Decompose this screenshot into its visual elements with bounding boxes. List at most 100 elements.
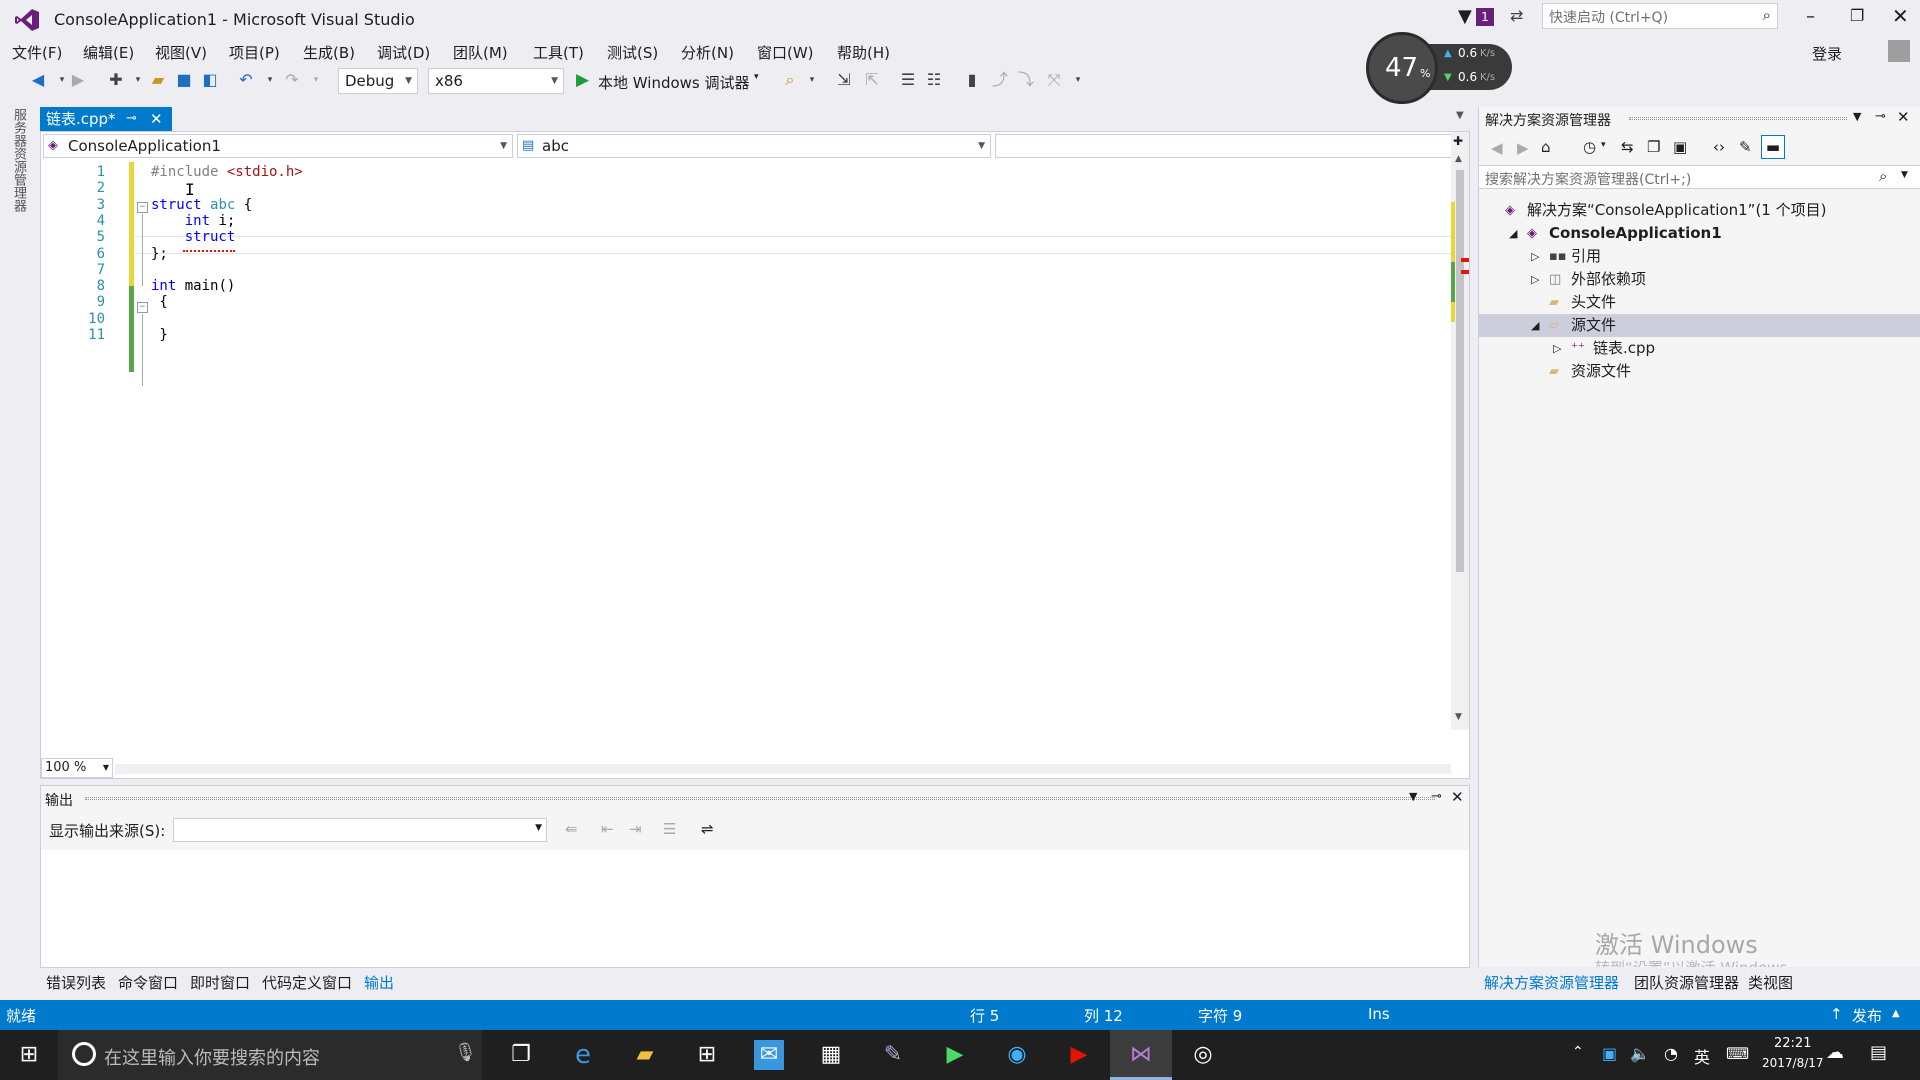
tree-item[interactable]: ◢ ▱ 源文件 xyxy=(1479,314,1920,337)
forward-icon[interactable]: ▶ xyxy=(1517,139,1529,157)
output-text-area[interactable] xyxy=(41,850,1469,967)
wrench-icon[interactable]: ✎ xyxy=(1739,138,1752,156)
tree-item[interactable]: ◈ 解决方案“ConsoleApplication1”(1 个项目) xyxy=(1479,199,1920,222)
horizontal-scrollbar[interactable] xyxy=(115,764,1451,774)
prev-message-icon[interactable]: ⇤ xyxy=(601,820,614,838)
show-all-files-icon[interactable]: ▣ xyxy=(1673,138,1687,156)
error-marker[interactable] xyxy=(1461,258,1469,262)
tab-team-explorer[interactable]: 团队资源管理器 xyxy=(1634,972,1739,993)
prev-bookmark-icon[interactable]: ⤴ xyxy=(990,70,1010,90)
visual-studio-taskbar-button[interactable]: ⋈ xyxy=(1110,1030,1172,1080)
tree-item[interactable]: ▷ ⁺⁺ 链表.cpp xyxy=(1479,337,1920,360)
tree-item[interactable]: ▰ 资源文件 xyxy=(1479,360,1920,383)
close-tab-icon[interactable]: ✕ xyxy=(150,107,163,131)
publish-chevron-icon[interactable]: ▲ xyxy=(1892,1008,1900,1019)
tab-command[interactable]: 命令窗口 xyxy=(118,972,178,993)
next-bookmark-icon[interactable]: ⤵ xyxy=(1016,70,1036,90)
close-window-icon[interactable]: ✕ xyxy=(1892,4,1909,28)
weather-icon[interactable]: ☁ xyxy=(1826,1042,1844,1063)
menu-file[interactable]: 文件(F) xyxy=(12,42,62,63)
go-to-message-icon[interactable]: ⇚ xyxy=(565,820,578,838)
search-icon[interactable]: ⌕ xyxy=(1763,6,1771,24)
scroll-down-icon[interactable]: ▼ xyxy=(1455,712,1462,722)
obs-icon[interactable]: ◎ xyxy=(1188,1040,1218,1070)
menu-team[interactable]: 团队(M) xyxy=(453,42,508,63)
collapse-icon[interactable]: − xyxy=(137,202,148,213)
collapse-icon[interactable]: − xyxy=(137,302,148,313)
clear-all-icon[interactable]: ☰ xyxy=(663,820,676,838)
code-line[interactable]: int main() xyxy=(151,278,235,294)
tray-expand-icon[interactable]: ⌃ xyxy=(1572,1044,1584,1060)
menu-edit[interactable]: 编辑(E) xyxy=(83,42,134,63)
menu-debug[interactable]: 调试(D) xyxy=(377,42,430,63)
outdent-icon[interactable]: ☷ xyxy=(924,70,944,90)
menu-analyze[interactable]: 分析(N) xyxy=(681,42,734,63)
tree-item[interactable]: ◢ ◈ ConsoleApplication1 xyxy=(1479,222,1920,245)
redo-icon[interactable]: ↷ xyxy=(282,70,302,90)
tab-immediate[interactable]: 即时窗口 xyxy=(190,972,250,993)
clear-bookmarks-icon[interactable]: ⤧ xyxy=(1044,70,1064,90)
paint-icon[interactable]: ✎ xyxy=(878,1040,908,1070)
window-position-icon[interactable]: ▼ xyxy=(1409,790,1417,803)
save-icon[interactable]: ■ xyxy=(174,70,194,90)
project-combo[interactable]: ◈ ConsoleApplication1 ▼ xyxy=(43,134,513,158)
redo-dropdown-icon[interactable]: ▾ xyxy=(306,70,326,90)
calculator-icon[interactable]: ▦ xyxy=(816,1040,846,1070)
scope-combo[interactable]: ▤ abc ▼ xyxy=(517,134,991,158)
solution-search-box[interactable]: 搜索解决方案资源管理器(Ctrl+;) ⌕ ▼ xyxy=(1479,165,1920,189)
notification-badge[interactable]: 1 xyxy=(1476,8,1494,26)
video-app-icon[interactable]: ▶ xyxy=(1064,1040,1094,1070)
undo-icon[interactable]: ↶ xyxy=(236,70,256,90)
feedback-icon[interactable]: ⇄ xyxy=(1510,6,1523,25)
expand-arrow-icon[interactable]: ▷ xyxy=(1531,245,1539,268)
member-combo[interactable]: ▼ xyxy=(995,134,1469,158)
collapse-all-icon[interactable]: ❐ xyxy=(1647,138,1660,156)
menu-tools[interactable]: 工具(T) xyxy=(533,42,584,63)
code-line[interactable]: { xyxy=(151,294,167,310)
code-line[interactable]: } xyxy=(151,327,167,343)
tray-app-icon[interactable]: ▣ xyxy=(1602,1044,1617,1063)
chevron-down-icon[interactable]: ▼ xyxy=(1901,170,1908,180)
history-icon[interactable]: ◷ xyxy=(1583,138,1596,156)
close-panel-icon[interactable]: ✕ xyxy=(1451,788,1464,806)
restore-icon[interactable]: ❐ xyxy=(1850,6,1864,25)
taskbar-search[interactable]: 在这里输入你要搜索的内容 🎙 xyxy=(58,1030,482,1080)
tab-output[interactable]: 输出 xyxy=(364,972,394,993)
ime-indicator[interactable]: 英 xyxy=(1694,1044,1710,1068)
minimize-icon[interactable]: – xyxy=(1806,6,1815,27)
edge-icon[interactable]: e xyxy=(568,1040,598,1070)
task-view-icon[interactable]: ❐ xyxy=(506,1040,536,1070)
code-line[interactable]: int i; xyxy=(151,213,236,229)
word-wrap-icon[interactable]: ⇌ xyxy=(701,820,714,838)
tree-item[interactable]: ▷ ▪▪ 引用 xyxy=(1479,245,1920,268)
undo-dropdown-icon[interactable]: ▾ xyxy=(260,70,280,90)
toolbar-overflow-icon[interactable]: ▾ xyxy=(1068,70,1088,90)
close-panel-icon[interactable]: ✕ xyxy=(1897,108,1910,126)
microphone-icon[interactable]: 🎙 xyxy=(454,1042,477,1063)
preview-icon[interactable]: ▬ xyxy=(1761,135,1785,159)
menu-build[interactable]: 生成(B) xyxy=(303,42,355,63)
find-dropdown-icon[interactable]: ▾ xyxy=(802,70,822,90)
tab-code-definition[interactable]: 代码定义窗口 xyxy=(262,972,352,993)
configuration-dropdown[interactable]: Debug ▼ xyxy=(338,68,418,94)
sync-icon[interactable]: ⇆ xyxy=(1621,138,1634,156)
code-line[interactable]: struct xyxy=(151,229,236,245)
home-icon[interactable]: ⌂ xyxy=(1541,138,1551,156)
window-position-icon[interactable]: ▼ xyxy=(1853,110,1861,123)
view-code-icon[interactable]: ‹› xyxy=(1713,138,1725,156)
menu-help[interactable]: 帮助(H) xyxy=(837,42,890,63)
step-into-icon[interactable]: ⇲ xyxy=(834,70,854,90)
open-folder-icon[interactable]: ▰ xyxy=(148,70,168,90)
tab-error-list[interactable]: 错误列表 xyxy=(46,972,106,993)
code-line[interactable]: }; xyxy=(151,246,168,262)
publish-arrow-icon[interactable]: ↑ xyxy=(1830,1005,1843,1023)
network-icon[interactable]: ◔ xyxy=(1664,1044,1678,1063)
zoom-dropdown[interactable]: 100 % ▼ xyxy=(41,758,113,778)
chat-app-icon[interactable]: ◉ xyxy=(1002,1040,1032,1070)
pin-icon[interactable]: ⊸ xyxy=(1875,109,1886,124)
error-marker[interactable] xyxy=(1461,270,1469,274)
mail-icon[interactable]: ✉ xyxy=(754,1040,784,1070)
vertical-scrollbar[interactable]: ✚ ▲ ▼ xyxy=(1451,132,1469,730)
tree-item[interactable]: ▰ 头文件 xyxy=(1479,291,1920,314)
menu-view[interactable]: 视图(V) xyxy=(155,42,207,63)
